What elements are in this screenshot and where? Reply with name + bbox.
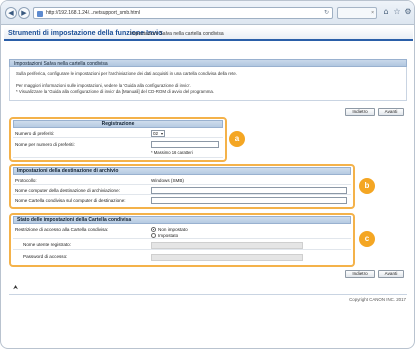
protocol-label: Protocollo:	[15, 178, 37, 183]
status-row-password: Password di accesso:	[13, 252, 351, 262]
callout-marker-b: b	[359, 178, 375, 194]
archive-row-protocol: Protocollo: Windows (SMB)	[13, 176, 351, 185]
shared-folder-label: Nome Cartella condivisa sul computer di …	[15, 198, 126, 203]
footer-divider	[9, 294, 407, 295]
intro-line-3: * Visualizzare la 'Guida alla configuraz…	[16, 89, 215, 94]
back-button-bottom[interactable]: Indietro	[345, 270, 375, 278]
chevron-down-icon: ▾	[160, 131, 163, 136]
access-password-input	[151, 254, 303, 261]
protocol-value: Windows (SMB)	[151, 178, 184, 183]
tab-close-icon[interactable]: ×	[371, 10, 374, 16]
status-header: Stato delle impostazioni della Cartella …	[13, 216, 351, 224]
status-row-user: Nome utente registrato:	[13, 240, 351, 250]
favorites-name-label: Nome per numero di preferiti:	[15, 142, 75, 147]
registered-user-input	[151, 242, 303, 249]
address-bar[interactable]: http://192.168.1.24/...netsupport_smb.ht…	[33, 7, 333, 19]
next-button-top[interactable]: Avanti	[378, 108, 404, 116]
shared-folder-input[interactable]	[151, 197, 347, 204]
archive-header: Impostazioni della destinazione di archi…	[13, 167, 351, 175]
intro-line-1: Sulla periferica, configurare le imposta…	[16, 71, 237, 76]
favorites-number-label: Numero di preferiti:	[15, 131, 55, 136]
callout-marker-c: c	[359, 231, 375, 247]
scroll-top-icon[interactable]: ⮝	[13, 284, 18, 292]
computer-name-input[interactable]	[151, 187, 347, 194]
star-icon[interactable]: ☆	[392, 7, 402, 17]
favorites-number-select[interactable]: 02 ▾	[151, 130, 165, 137]
restriction-off-label: Non impostato	[158, 227, 188, 232]
access-password-label: Password di accesso:	[23, 254, 68, 259]
forward-nav-icon[interactable]: ▶	[18, 7, 30, 19]
restriction-on-radio[interactable]	[151, 233, 156, 238]
refresh-icon[interactable]: ↻	[324, 9, 329, 16]
page-icon	[37, 11, 43, 17]
intro-section-header: Impostazioni Salva nella cartella condiv…	[9, 59, 407, 67]
computer-name-label: Nome computer della destinazione di arch…	[15, 188, 120, 193]
browser-toolbar: ◀ ▶ http://192.168.1.24/...netsupport_sm…	[1, 1, 414, 25]
browser-tab[interactable]: ×	[337, 7, 377, 19]
registered-user-label: Nome utente registrato:	[23, 242, 72, 247]
archive-row-folder: Nome Cartella condivisa sul computer di …	[13, 196, 351, 205]
restriction-label: Restrizione di accesso alla Cartella con…	[15, 227, 109, 232]
home-icon[interactable]: ⌂	[381, 7, 391, 17]
back-button-top[interactable]: Indietro	[345, 108, 375, 116]
restriction-off-radio[interactable]	[151, 227, 156, 232]
browser-window: ◀ ▶ http://192.168.1.24/...netsupport_sm…	[0, 0, 415, 349]
next-button-bottom[interactable]: Avanti	[378, 270, 404, 278]
back-nav-icon[interactable]: ◀	[5, 7, 17, 19]
intro-description: Sulla periferica, configurare le imposta…	[9, 67, 407, 101]
favorites-name-hint: * Massimo 16 caratteri	[151, 150, 193, 155]
archive-row-computer: Nome computer della destinazione di arch…	[13, 186, 351, 195]
page-subtitle: Impostazioni Salva nella cartella condiv…	[130, 31, 224, 37]
restriction-on-label: Impostato	[158, 233, 179, 238]
intro-line-2: Per maggiori informazioni sulle impostaz…	[16, 83, 191, 88]
callout-marker-a: a	[229, 131, 245, 147]
status-row-restriction: Restrizione di accesso alla Cartella con…	[13, 225, 351, 239]
registration-row-number: Numero di preferiti: 02 ▾	[13, 129, 223, 138]
registration-header: Registrazione	[13, 120, 223, 128]
page-header: Strumenti di impostazione della funzione…	[4, 27, 413, 41]
address-url: http://192.168.1.24/...netsupport_smb.ht…	[46, 10, 140, 16]
favorites-name-input[interactable]	[151, 141, 219, 148]
favorites-number-value: 02	[153, 131, 159, 136]
settings-icon[interactable]: ⚙	[403, 7, 413, 17]
registration-row-name: Nome per numero di preferiti: * Massimo …	[13, 139, 223, 158]
copyright-text: Copyright CANON INC. 2017	[349, 297, 406, 302]
